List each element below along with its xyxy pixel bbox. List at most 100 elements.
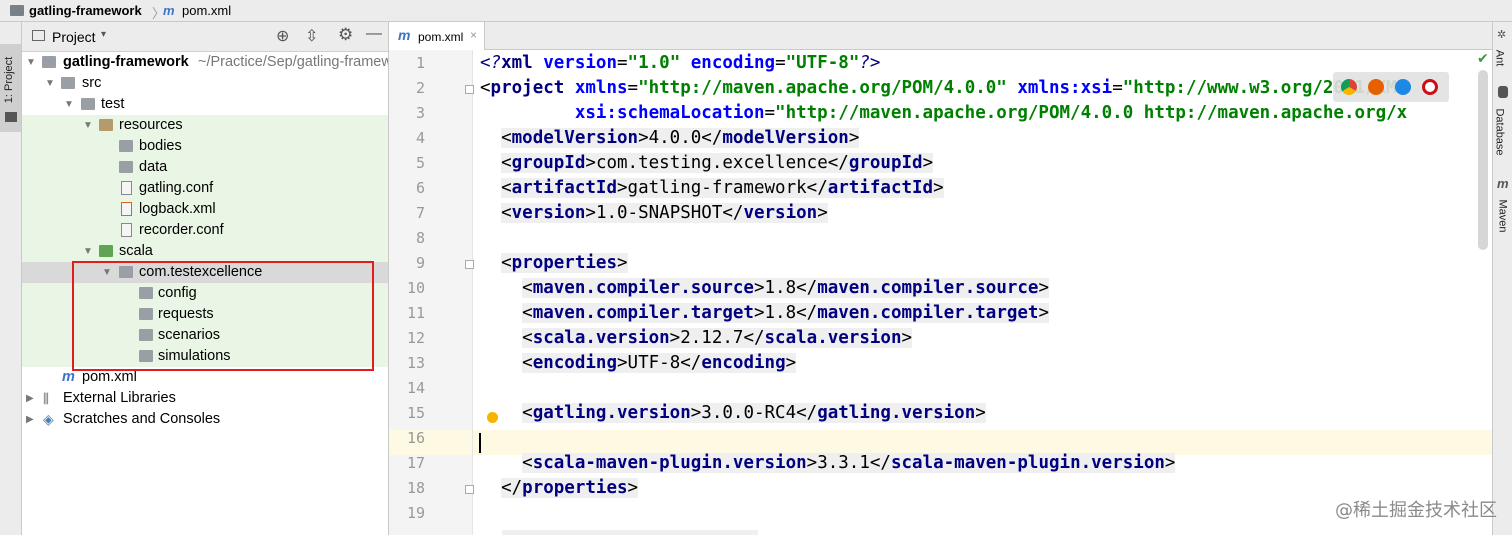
code-line-18[interactable]: </properties> xyxy=(480,476,639,501)
expand-arrow-icon[interactable]: ▶ xyxy=(26,388,34,409)
ant-tool-tab[interactable]: Ant xyxy=(1493,50,1505,67)
view-dropdown-icon[interactable]: ▾ xyxy=(101,29,106,40)
expand-arrow-icon[interactable]: ▼ xyxy=(64,94,74,115)
navigation-bar: gatling-framework 〉 m pom.xml xyxy=(0,0,1512,22)
line-number: 5 xyxy=(415,154,425,172)
text-caret xyxy=(479,433,481,453)
close-icon[interactable]: × xyxy=(470,28,477,42)
code-line-12[interactable]: <scala.version>2.12.7</scala.version> xyxy=(480,326,913,351)
maven-file-icon: m xyxy=(163,3,175,18)
tree-item-logback-xml[interactable]: logback.xml xyxy=(22,199,388,220)
code-line-17[interactable]: <scala-maven-plugin.version>3.3.1</scala… xyxy=(480,451,1176,476)
opera-icon[interactable] xyxy=(1422,79,1438,95)
tree-item-bodies[interactable]: bodies xyxy=(22,136,388,157)
left-tool-strip: 1: Project xyxy=(0,22,22,535)
firefox-icon[interactable] xyxy=(1368,79,1384,95)
text-file-icon xyxy=(121,181,132,195)
line-number: 19 xyxy=(406,504,425,522)
folder-icon xyxy=(119,161,133,173)
code-line-11[interactable]: <maven.compiler.target>1.8</maven.compil… xyxy=(480,301,1050,326)
code-line-2[interactable]: <project xmlns="http://maven.apache.org/… xyxy=(480,76,1407,101)
fold-marker-icon[interactable] xyxy=(465,85,474,94)
maven-icon[interactable]: m xyxy=(1497,176,1509,191)
safari-icon[interactable] xyxy=(1395,79,1411,95)
expand-arrow-icon[interactable]: ▶ xyxy=(26,409,34,430)
folder-icon xyxy=(81,98,95,110)
tree-item-label: recorder.conf xyxy=(139,222,224,238)
tree-item-root[interactable]: ▼ gatling-framework ~/Practice/Sep/gatli… xyxy=(22,52,388,73)
tab-pom-xml[interactable]: m pom.xml × xyxy=(389,22,485,50)
line-number: 3 xyxy=(415,104,425,122)
code-line-10[interactable]: <maven.compiler.source>1.8</maven.compil… xyxy=(480,276,1050,301)
expand-arrow-icon[interactable]: ▼ xyxy=(83,241,93,262)
code-line-4[interactable]: <modelVersion>4.0.0</modelVersion> xyxy=(480,126,860,151)
code-line-6[interactable]: <artifactId>gatling-framework</artifactI… xyxy=(480,176,944,201)
vertical-scrollbar[interactable] xyxy=(1478,70,1488,250)
line-number: 9 xyxy=(415,254,425,272)
database-icon[interactable] xyxy=(1498,86,1508,98)
line-number: 17 xyxy=(406,454,425,472)
code-line-9[interactable]: <properties> xyxy=(480,251,628,276)
line-number: 15 xyxy=(406,404,425,422)
project-tool-tab[interactable]: 1: Project xyxy=(0,44,21,132)
code-line-7[interactable]: <version>1.0-SNAPSHOT</version> xyxy=(480,201,828,226)
tree-item-scratches[interactable]: ▶ ◈ Scratches and Consoles xyxy=(22,409,388,430)
tree-item-label: resources xyxy=(119,117,183,133)
line-number: 6 xyxy=(415,179,425,197)
maven-tool-tab[interactable]: Maven xyxy=(1497,199,1509,232)
folder-icon xyxy=(61,77,75,89)
line-number: 4 xyxy=(415,129,425,147)
right-tool-strip: ✲ Ant Database m Maven xyxy=(1492,22,1512,535)
locate-icon[interactable]: ⊕ xyxy=(276,26,289,46)
expand-arrow-icon[interactable]: ▼ xyxy=(83,115,93,136)
breadcrumb-file[interactable]: pom.xml xyxy=(182,3,231,18)
tree-item-label: gatling-framework xyxy=(63,54,189,70)
resources-folder-icon xyxy=(99,119,113,131)
scratches-icon: ◈ xyxy=(43,411,54,427)
line-number: 14 xyxy=(406,379,425,397)
maven-file-icon: m xyxy=(398,27,411,43)
tree-item-label: gatling.conf xyxy=(139,180,214,196)
project-view-selector[interactable]: Project xyxy=(52,29,96,45)
expand-arrow-icon[interactable]: ▼ xyxy=(26,52,36,73)
code-line-5[interactable]: <groupId>com.testing.excellence</groupId… xyxy=(480,151,934,176)
tree-item-src[interactable]: ▼ src xyxy=(22,73,388,94)
highlight-box xyxy=(72,261,374,371)
tree-item-path: ~/Practice/Sep/gatling-framew xyxy=(198,54,389,70)
expand-arrow-icon[interactable]: ▼ xyxy=(45,73,55,94)
fold-marker-icon[interactable] xyxy=(465,260,474,269)
project-panel-header: Project ▾ ⊕ ⇳ ⚙ — xyxy=(22,22,388,52)
ant-icon[interactable]: ✲ xyxy=(1497,28,1506,41)
gear-icon[interactable]: ⚙ xyxy=(338,25,353,45)
code-line-1[interactable]: <?xml version="1.0" encoding="UTF-8"?> xyxy=(480,51,880,76)
tree-item-resources[interactable]: ▼ resources xyxy=(22,115,388,136)
line-number: 8 xyxy=(415,229,425,247)
tree-item-label: test xyxy=(101,96,125,112)
inspection-ok-icon[interactable]: ✔ xyxy=(1477,50,1489,67)
tree-item-external-libraries[interactable]: ▶ ⫼ External Libraries xyxy=(22,388,388,409)
collapse-all-icon[interactable]: ⇳ xyxy=(305,26,318,46)
folder-icon xyxy=(119,140,133,152)
tree-item-test[interactable]: ▼ test xyxy=(22,94,388,115)
module-folder-icon xyxy=(42,56,56,68)
tree-item-scala[interactable]: ▼ scala xyxy=(22,241,388,262)
database-tool-tab[interactable]: Database xyxy=(1494,108,1506,155)
chrome-icon[interactable] xyxy=(1341,79,1357,95)
line-number: 2 xyxy=(415,79,425,97)
project-folder-icon xyxy=(10,5,24,16)
code-line-15[interactable]: <gatling.version>3.0.0-RC4</gatling.vers… xyxy=(480,401,986,426)
tree-item-gatling-conf[interactable]: gatling.conf xyxy=(22,178,388,199)
code-line-3[interactable]: xsi:schemaLocation="http://maven.apache.… xyxy=(480,101,1407,126)
tree-item-data[interactable]: data xyxy=(22,157,388,178)
editor: m pom.xml × 1 2 3 4 5 6 7 8 9 10 11 12 1… xyxy=(389,22,1492,535)
breadcrumb-project[interactable]: gatling-framework xyxy=(29,3,142,18)
tree-item-label: scala xyxy=(119,243,153,259)
tree-item-recorder-conf[interactable]: recorder.conf xyxy=(22,220,388,241)
minimize-icon[interactable]: — xyxy=(366,25,382,43)
code-line-13[interactable]: <encoding>UTF-8</encoding> xyxy=(480,351,797,376)
folder-icon xyxy=(5,112,17,122)
line-number: 13 xyxy=(406,354,425,372)
fold-marker-icon[interactable] xyxy=(465,485,474,494)
tree-item-label: data xyxy=(139,159,168,175)
library-icon: ⫼ xyxy=(43,391,49,406)
